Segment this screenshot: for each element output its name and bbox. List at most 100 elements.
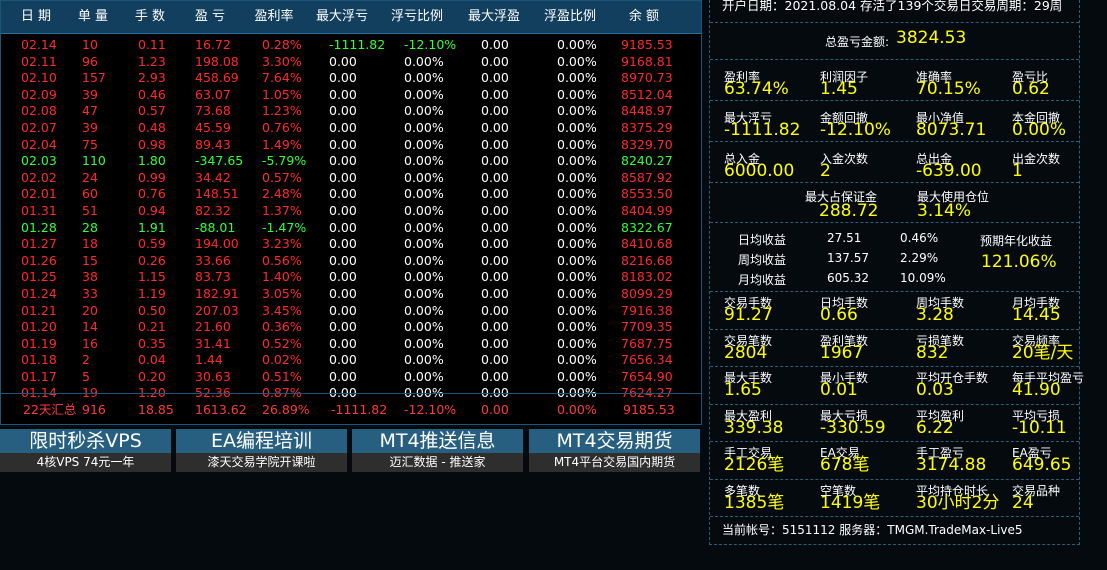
stats-row: 交易手数 91.27 日均手数 0.66 周均手数 3.28 月均手数 14.45: [710, 291, 1079, 330]
ad-banner[interactable]: MT4交易期货 MT4平台交易国内期货: [529, 429, 700, 472]
stat-value: 339.38: [724, 417, 784, 438]
table-cell: 7687.75: [621, 335, 673, 351]
table-cell: 0.00: [481, 236, 509, 252]
ad-title: MT4推送信息: [352, 429, 523, 453]
table-cell: 110: [82, 153, 106, 169]
column-header: 浮亏比例: [390, 9, 443, 24]
stat-value: 0.62: [1012, 79, 1050, 99]
return-amount: 137.57: [827, 251, 869, 265]
table-cell: 16: [82, 335, 98, 351]
table-cell: 96: [82, 53, 98, 69]
table-cell: 18: [82, 236, 98, 252]
table-row: 02.10 157 2.93 458.69 7.64% 0.00 0.00% 0.00 0.00…: [1, 70, 701, 87]
summary-cell: 18.85: [138, 402, 174, 417]
ad-banner[interactable]: EA编程培训 漆天交易学院开课啦: [176, 429, 347, 472]
stat-value: -10.11: [1012, 417, 1067, 438]
table-cell: 7916.38: [621, 302, 673, 318]
table-cell: 0.00: [481, 103, 509, 119]
table-cell: 0.00: [329, 236, 357, 252]
table-cell: 0.94: [138, 202, 166, 218]
return-label: 月均收益: [738, 273, 787, 287]
table-cell: 3.45%: [262, 302, 302, 318]
table-cell: 0.00%: [557, 70, 597, 86]
stat-value: 0.03: [916, 380, 954, 400]
table-cell: 8404.99: [621, 202, 673, 218]
table-cell: 1.19: [138, 285, 166, 301]
return-label: 周均收益: [738, 253, 787, 267]
table-cell: 83.73: [195, 269, 231, 285]
table-cell: 7709.35: [621, 319, 673, 335]
stat-value: 20笔/天: [1012, 342, 1074, 363]
stat-value: 24: [1012, 492, 1034, 513]
table-cell: 8329.70: [621, 136, 673, 152]
table-cell: 0.00: [329, 169, 357, 185]
table-cell: 0.00: [481, 202, 509, 218]
table-cell: 0.00%: [404, 236, 444, 252]
stat-value: 3174.88: [916, 455, 987, 475]
stat-value: 70.15%: [916, 79, 981, 99]
table-cell: 0.00: [481, 269, 509, 285]
table-cell: 73.68: [195, 103, 231, 119]
table-cell: 0.00: [481, 285, 509, 301]
table-cell: 0.00: [329, 319, 357, 335]
table-cell: 3.23%: [262, 236, 302, 252]
table-cell: 0.00: [329, 285, 357, 301]
table-cell: 0.00: [481, 169, 509, 185]
table-cell: 0.00%: [404, 219, 444, 235]
table-cell: 0.00: [481, 119, 509, 135]
table-cell: 51: [82, 202, 98, 218]
ad-banner[interactable]: MT4推送信息 迈汇数据 - 推送家: [352, 429, 523, 472]
table-cell: 0.99: [138, 169, 166, 185]
annual-return-value: 121.06%: [981, 252, 1057, 272]
table-cell: 0.00%: [557, 186, 597, 202]
table-cell: 0.02%: [262, 352, 302, 368]
table-cell: 8553.50: [621, 186, 673, 202]
table-cell: -1.47%: [262, 219, 307, 235]
table-cell: 0.00%: [404, 269, 444, 285]
table-cell: 0.00%: [557, 302, 597, 318]
stats-row: 多笔数 1385笔 空笔数 1419笔 平均持仓时长 30小时2分 交易品种 24: [710, 479, 1079, 517]
table-cell: 39: [82, 86, 98, 102]
table-cell: 8375.29: [621, 119, 673, 135]
table-cell: 0.00%: [557, 335, 597, 351]
summary-row: 22天汇总 916 18.85 1613.62 26.89% -1111.82 -12.10…: [1, 401, 701, 419]
stat-value: 14.45: [1012, 305, 1061, 325]
stat-value: 832: [916, 342, 949, 363]
ad-subtitle: MT4平台交易国内期货: [553, 455, 676, 469]
table-cell: 0.50: [138, 302, 166, 318]
return-label: 日均收益: [738, 233, 787, 247]
return-amount: 27.51: [827, 231, 862, 245]
table-cell: 0.00: [329, 252, 357, 268]
table-cell: 47: [82, 103, 98, 119]
table-cell: 01.27: [21, 236, 57, 252]
ad-title: MT4交易期货: [529, 429, 700, 453]
table-cell: 02.09: [21, 86, 57, 102]
table-cell: 2: [82, 352, 90, 368]
table-row: 02.02 24 0.99 34.42 0.57% 0.00 0.00% 0.00 0.00% 8…: [1, 170, 701, 187]
table-cell: 148.51: [195, 186, 239, 202]
table-cell: 20: [82, 302, 98, 318]
table-cell: 0.00%: [557, 136, 597, 152]
table-cell: 02.07: [21, 119, 57, 135]
table-cell: 0.00%: [404, 103, 444, 119]
table-cell: 34.42: [195, 169, 231, 185]
table-row: 01.21 20 0.50 207.03 3.45% 0.00 0.00% 0.00 0.00%…: [1, 303, 701, 320]
summary-cell: 26.89%: [262, 402, 310, 417]
stat-value: 2: [820, 161, 831, 181]
stat-value: 649.65: [1012, 455, 1072, 475]
table-cell: 0.21: [138, 319, 166, 335]
table-cell: 0.00: [329, 136, 357, 152]
table-cell: 82.32: [195, 202, 231, 218]
table-cell: 24: [82, 169, 98, 185]
table-cell: 28: [82, 219, 98, 235]
table-cell: 02.01: [21, 186, 57, 202]
table-cell: 0.00%: [404, 70, 444, 86]
table-cell: 0.00: [481, 136, 509, 152]
table-cell: 0.00%: [404, 368, 444, 384]
table-cell: 0.00: [329, 269, 357, 285]
table-cell: 1.23: [138, 53, 166, 69]
column-header: 单 量: [77, 9, 109, 24]
ad-banner[interactable]: 限时秒杀VPS 4核VPS 74元一年: [0, 429, 171, 472]
table-cell: 0.00: [329, 368, 357, 384]
return-percent: 0.46%: [900, 231, 939, 245]
